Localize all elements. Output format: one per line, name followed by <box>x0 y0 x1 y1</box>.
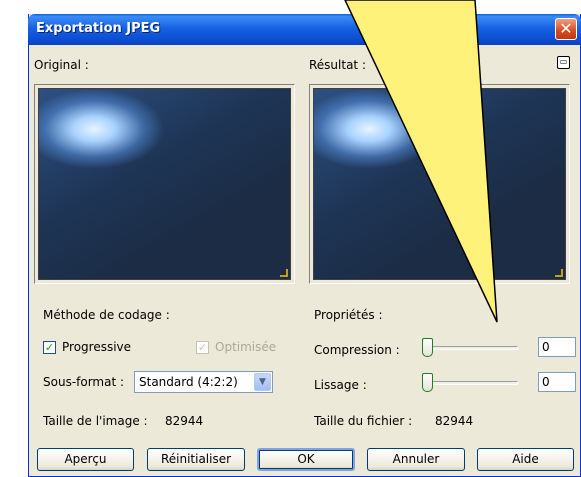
chevron-down-icon[interactable]: ▼ <box>254 373 271 391</box>
result-label: Résultat : <box>309 58 366 72</box>
subformat-select[interactable]: Standard (4:2:2) ▼ <box>134 371 273 393</box>
preview-corner-mark <box>555 269 563 277</box>
dialog-title: Exportation JPEG <box>36 21 161 36</box>
result-preview <box>309 84 570 284</box>
subformat-value: Standard (4:2:2) <box>139 375 238 389</box>
optimized-checkbox: ✓ <box>196 341 209 354</box>
progressive-label[interactable]: Progressive <box>62 340 131 354</box>
subformat-label: Sous-format : <box>43 375 125 389</box>
original-preview <box>34 84 295 284</box>
ok-button[interactable]: OK <box>257 448 355 471</box>
reset-button[interactable]: Réinitialiser <box>147 448 245 471</box>
smoothing-input[interactable]: 0 <box>538 372 576 392</box>
properties-heading: Propriétés : <box>314 308 383 322</box>
preview-button[interactable]: Aperçu <box>37 448 134 471</box>
image-size-value: 82944 <box>165 414 204 428</box>
smoothing-slider-track[interactable] <box>424 381 518 385</box>
compression-slider-thumb[interactable] <box>422 338 433 357</box>
smoothing-label: Lissage : <box>314 378 367 392</box>
file-size-label: Taille du fichier : <box>314 414 413 428</box>
close-icon: ✕ <box>559 19 573 38</box>
image-size-label: Taille de l'image : <box>43 414 148 428</box>
progressive-checkbox[interactable]: ✓ <box>43 341 56 354</box>
preview-corner-mark <box>280 269 288 277</box>
compression-slider-track[interactable] <box>424 346 518 350</box>
close-button[interactable]: ✕ <box>555 18 577 40</box>
original-preview-image <box>38 88 291 280</box>
encoding-heading: Méthode de codage : <box>43 308 170 322</box>
smoothing-slider-thumb[interactable] <box>422 373 433 392</box>
fullscreen-preview-icon[interactable]: ▭ <box>557 56 570 69</box>
cancel-button[interactable]: Annuler <box>367 448 465 471</box>
help-button[interactable]: Aide <box>477 448 574 471</box>
compression-label: Compression : <box>314 343 400 357</box>
file-size-value: 82944 <box>435 414 474 428</box>
original-label: Original : <box>34 58 89 72</box>
title-bar[interactable]: Exportation JPEG ✕ <box>28 14 581 45</box>
compression-input[interactable]: 0 <box>538 337 576 357</box>
result-preview-image <box>313 88 566 280</box>
optimized-label: Optimisée <box>215 340 277 354</box>
